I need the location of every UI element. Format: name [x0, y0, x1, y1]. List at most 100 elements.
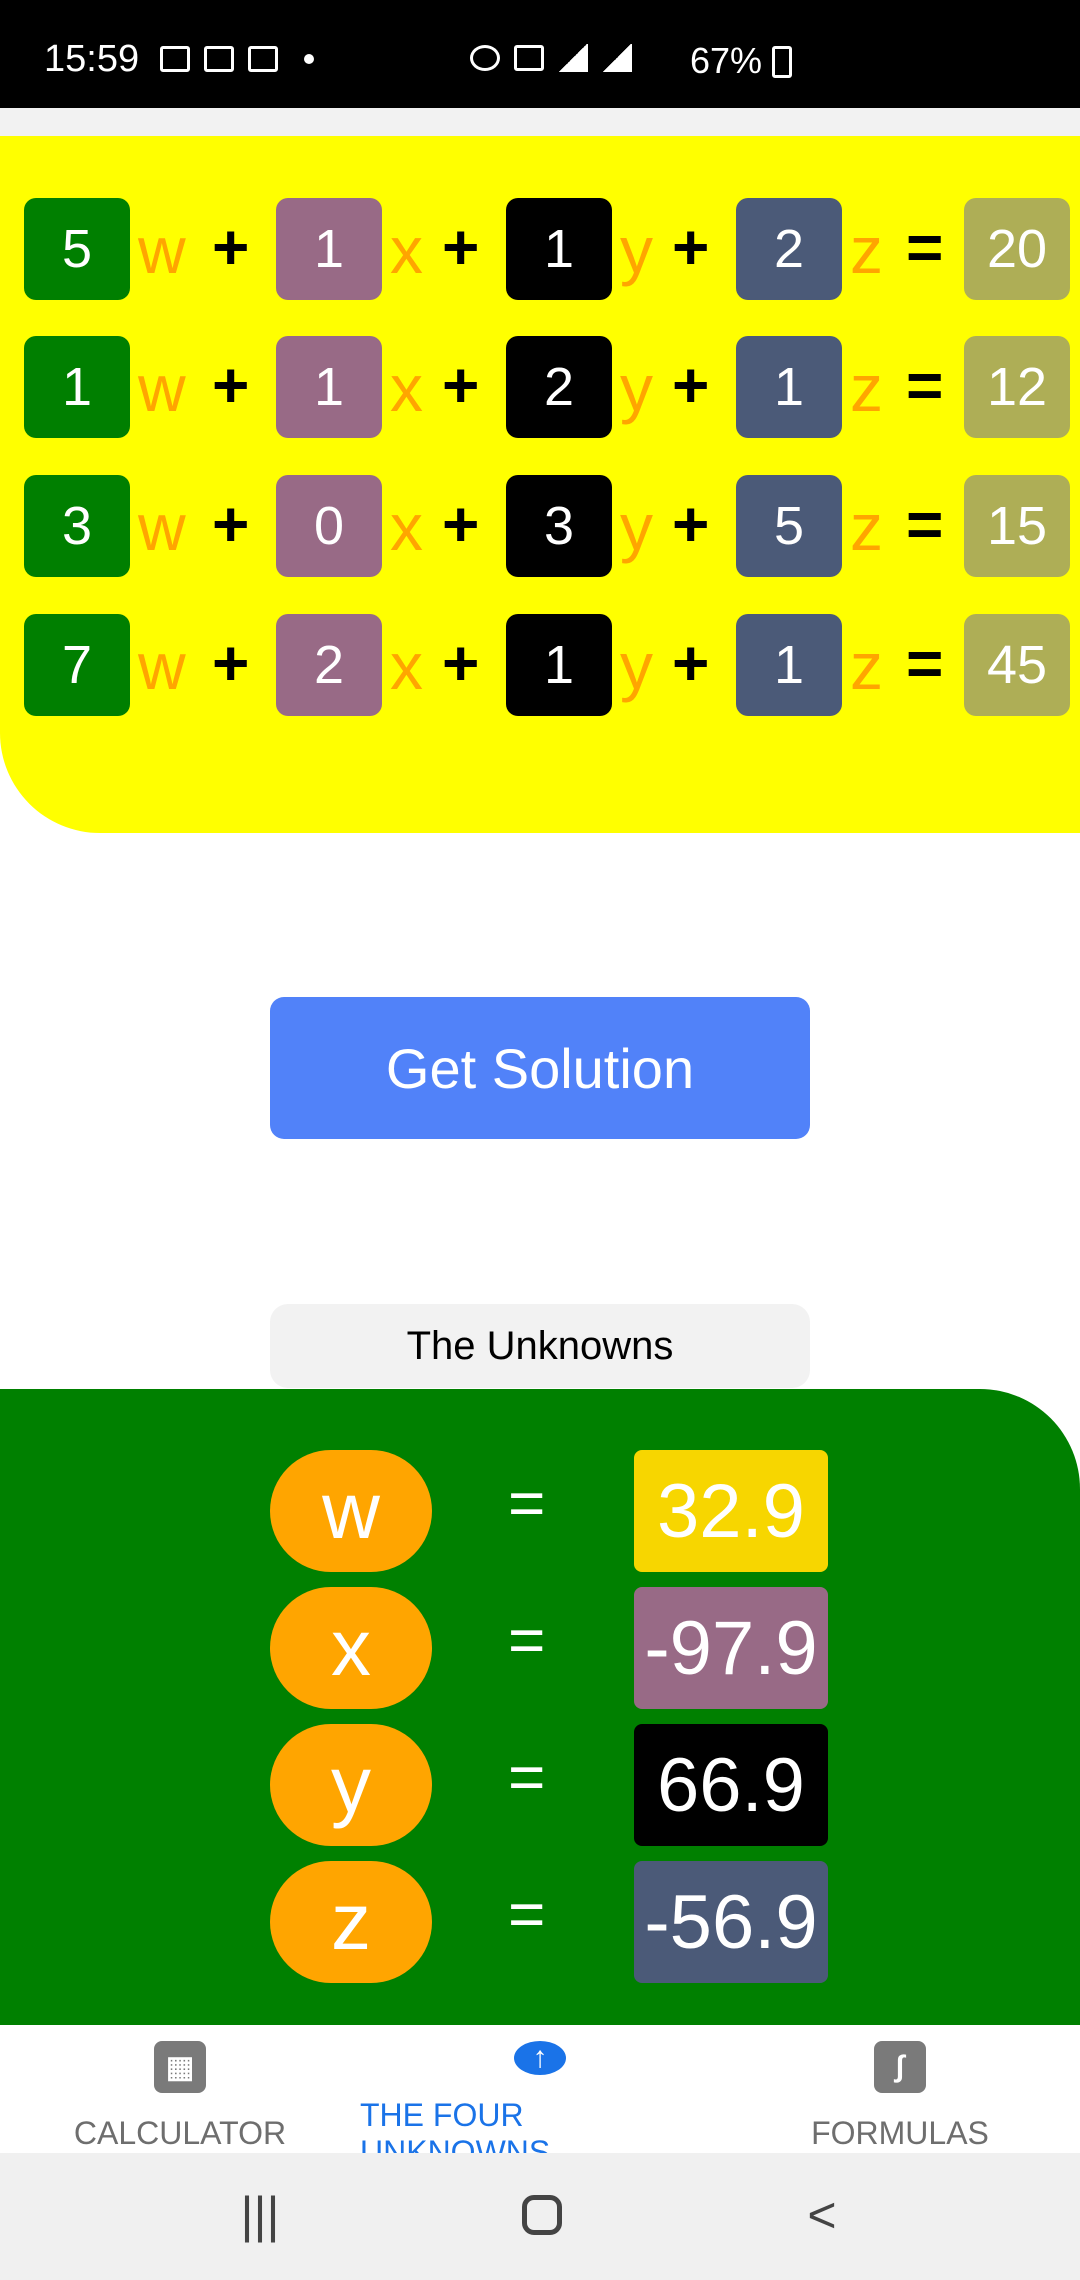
variable-y-label: y: [620, 490, 653, 564]
coefficient-w-input[interactable]: 3: [24, 475, 130, 577]
equals-sign: =: [508, 1604, 546, 1676]
solution-y-value: 66.9: [634, 1724, 828, 1846]
coefficient-w-input[interactable]: 7: [24, 614, 130, 716]
variable-y-label: y: [620, 351, 653, 425]
equation-row: 3 w + 0 x + 3 y + 5 z = 15: [0, 475, 1080, 577]
variable-x-label: x: [390, 629, 423, 703]
solution-row: z = -56.9: [0, 1861, 1080, 1983]
signal-4g-icon: [602, 44, 632, 72]
equation-row: 5 w + 1 x + 1 y + 2 z = 20: [0, 198, 1080, 300]
nav-tab-label: CALCULATOR: [73, 2115, 287, 2151]
variable-w-label: w: [138, 490, 186, 564]
calculator-icon: ▦: [154, 2041, 206, 2093]
solution-z-value: -56.9: [634, 1861, 828, 1983]
coefficient-x-input[interactable]: 2: [276, 614, 382, 716]
variable-y-badge: y: [270, 1724, 432, 1846]
equals-sign: =: [508, 1741, 546, 1813]
nav-tab-calculator[interactable]: ▦ CALCULATOR: [60, 2025, 300, 2153]
system-navigation-bar: ||| <: [0, 2153, 1080, 2280]
nav-tab-four-unknowns[interactable]: ↑ THE FOUR UNKNOWNS: [360, 2025, 720, 2170]
variable-w-label: w: [138, 213, 186, 287]
solution-panel: w = 32.9 x = -97.9 y = 66.9 z = -56.9: [0, 1389, 1080, 2025]
plus-sign: +: [212, 211, 250, 283]
equals-sign: =: [508, 1878, 546, 1950]
variable-z-label: z: [850, 213, 883, 287]
coefficient-w-input[interactable]: 5: [24, 198, 130, 300]
coefficient-x-input[interactable]: 1: [276, 198, 382, 300]
nav-tab-formulas[interactable]: ∫ FORMULAS: [780, 2025, 1020, 2153]
coefficient-z-input[interactable]: 1: [736, 336, 842, 438]
equals-sign: =: [906, 211, 944, 283]
unknowns-header: The Unknowns: [270, 1304, 810, 1388]
bottom-navigation: ▦ CALCULATOR ↑ THE FOUR UNKNOWNS ∫ FORMU…: [0, 2025, 1080, 2170]
plus-sign: +: [672, 627, 710, 699]
variable-x-label: x: [390, 213, 423, 287]
variable-z-label: z: [850, 629, 883, 703]
variable-x-label: x: [390, 351, 423, 425]
coefficient-y-input[interactable]: 1: [506, 614, 612, 716]
solution-row: x = -97.9: [0, 1587, 1080, 1709]
plus-sign: +: [672, 211, 710, 283]
plus-sign: +: [212, 488, 250, 560]
equation-row: 7 w + 2 x + 1 y + 1 z = 45: [0, 614, 1080, 716]
result-input[interactable]: 45: [964, 614, 1070, 716]
battery-icon: [772, 46, 792, 78]
variable-y-label: y: [620, 629, 653, 703]
equals-sign: =: [906, 349, 944, 421]
variable-y-label: y: [620, 213, 653, 287]
variable-z-badge: z: [270, 1861, 432, 1983]
more-notifications-icon: [304, 54, 314, 64]
system-icons: [470, 44, 632, 72]
get-solution-button[interactable]: Get Solution: [270, 997, 810, 1139]
home-icon[interactable]: [512, 2187, 572, 2243]
plus-sign: +: [442, 627, 480, 699]
coefficient-x-input[interactable]: 0: [276, 475, 382, 577]
back-icon[interactable]: <: [792, 2187, 852, 2243]
equals-sign: =: [508, 1467, 546, 1539]
variable-x-label: x: [390, 490, 423, 564]
formula-icon: ∫: [874, 2041, 926, 2093]
plus-sign: +: [442, 349, 480, 421]
solution-x-value: -97.9: [634, 1587, 828, 1709]
recents-icon[interactable]: |||: [230, 2187, 290, 2243]
equation-panel: 5 w + 1 x + 1 y + 2 z = 20 1 w + 1 x + 2…: [0, 136, 1080, 833]
plus-sign: +: [672, 488, 710, 560]
status-time: 15:59: [44, 38, 140, 80]
coefficient-w-input[interactable]: 1: [24, 336, 130, 438]
battery-percent: 67%: [690, 40, 763, 81]
solution-w-value: 32.9: [634, 1450, 828, 1572]
brain-icon: ↑: [514, 2041, 566, 2075]
plus-sign: +: [672, 349, 710, 421]
coefficient-z-input[interactable]: 2: [736, 198, 842, 300]
variable-z-label: z: [850, 490, 883, 564]
solution-row: y = 66.9: [0, 1724, 1080, 1846]
coefficient-z-input[interactable]: 1: [736, 614, 842, 716]
variable-w-badge: w: [270, 1450, 432, 1572]
plus-sign: +: [212, 349, 250, 421]
variable-z-label: z: [850, 351, 883, 425]
image-icon: [160, 46, 190, 72]
nav-tab-label: FORMULAS: [811, 2115, 989, 2151]
coefficient-y-input[interactable]: 1: [506, 198, 612, 300]
coefficient-y-input[interactable]: 2: [506, 336, 612, 438]
status-bar: 15:59 67%: [0, 0, 1080, 108]
result-input[interactable]: 20: [964, 198, 1070, 300]
plus-sign: +: [212, 627, 250, 699]
mute-icon: [514, 45, 544, 71]
variable-x-badge: x: [270, 1587, 432, 1709]
mail-icon: [204, 46, 234, 72]
coefficient-y-input[interactable]: 3: [506, 475, 612, 577]
solution-row: w = 32.9: [0, 1450, 1080, 1572]
equation-row: 1 w + 1 x + 2 y + 1 z = 12: [0, 336, 1080, 438]
outlook-icon: [248, 46, 278, 72]
plus-sign: +: [442, 488, 480, 560]
coefficient-x-input[interactable]: 1: [276, 336, 382, 438]
result-input[interactable]: 12: [964, 336, 1070, 438]
coefficient-z-input[interactable]: 5: [736, 475, 842, 577]
signal-icon: [558, 44, 588, 72]
variable-w-label: w: [138, 629, 186, 703]
result-input[interactable]: 15: [964, 475, 1070, 577]
variable-w-label: w: [138, 351, 186, 425]
equals-sign: =: [906, 488, 944, 560]
alarm-icon: [470, 45, 500, 71]
